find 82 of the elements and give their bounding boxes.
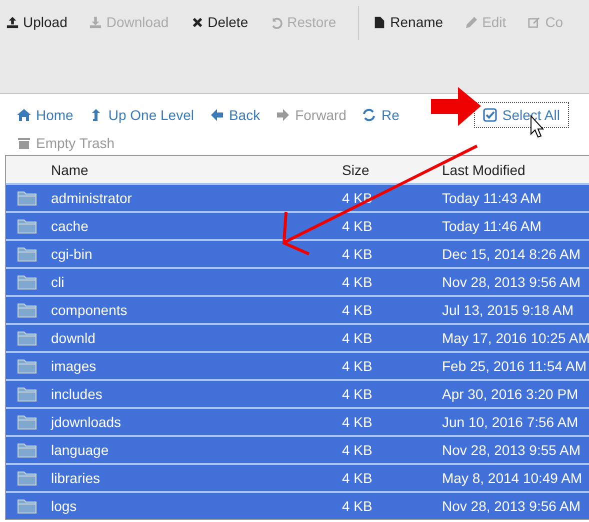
download-icon: [89, 16, 102, 28]
toolbar-button[interactable]: Rename: [373, 12, 450, 32]
table-cell: components: [51, 302, 128, 318]
folder-icon: [16, 330, 36, 346]
checkbox-icon: [483, 108, 498, 122]
file-row[interactable]: downld 4 KB May 17, 2016 10:25 AM: [6, 323, 589, 351]
table-cell: 4 KB: [342, 498, 372, 514]
file-icon: [373, 16, 386, 28]
folder-icon: [16, 358, 36, 374]
column-header[interactable]: Last Modified: [442, 162, 526, 178]
file-row[interactable]: components 4 KB Jul 13, 2015 9:18 AM: [6, 295, 589, 323]
undo-icon: [270, 16, 284, 28]
folder-icon: [16, 498, 36, 514]
nav-button[interactable]: Back: [206, 102, 266, 128]
file-row[interactable]: images 4 KB Feb 25, 2016 11:54 AM: [6, 351, 589, 379]
table-cell: Jul 13, 2015 9:18 AM: [442, 302, 574, 318]
table-cell: 4 KB: [342, 442, 372, 458]
table-cell: 4 KB: [342, 274, 372, 290]
folder-icon: [16, 302, 36, 318]
table-cell: downld: [51, 330, 96, 346]
file-row[interactable]: libraries 4 KB May 8, 2014 10:49 AM: [6, 463, 589, 491]
table-cell: Apr 30, 2016 3:20 PM: [442, 386, 578, 402]
table-cell: 4 KB: [342, 414, 372, 430]
folder-icon: [16, 442, 36, 458]
right-arrow-icon: [276, 108, 290, 122]
upload-icon: [6, 16, 19, 28]
folder-icon: [16, 246, 36, 262]
column-header[interactable]: Size: [342, 162, 370, 178]
table-cell: 4 KB: [342, 302, 372, 318]
file-row[interactable]: includes 4 KB Apr 30, 2016 3:20 PM: [6, 379, 589, 407]
table-cell: 4 KB: [342, 218, 372, 234]
trash-icon: [17, 136, 31, 150]
table-cell: May 8, 2014 10:49 AM: [442, 470, 582, 486]
nav-button[interactable]: Re: [359, 102, 404, 128]
table-cell: Nov 28, 2013 9:56 AM: [442, 498, 581, 514]
table-cell: Today 11:43 AM: [442, 190, 542, 206]
table-cell: cgi-bin: [51, 246, 92, 262]
table-cell: cache: [51, 218, 88, 234]
pencil-icon: [465, 16, 478, 28]
close-icon: [190, 16, 204, 28]
table-cell: May 17, 2016 10:25 AM: [442, 330, 589, 346]
table-cell: 4 KB: [342, 246, 372, 262]
file-row[interactable]: cache 4 KB Today 11:46 AM: [6, 211, 589, 239]
folder-icon: [16, 386, 36, 402]
table-cell: Jun 10, 2016 7:56 AM: [442, 414, 578, 430]
folder-icon: [16, 274, 36, 290]
file-row[interactable]: cgi-bin 4 KB Dec 15, 2014 8:26 AM: [6, 239, 589, 267]
table-cell: language: [51, 442, 109, 458]
table-cell: 4 KB: [342, 470, 372, 486]
table-cell: 4 KB: [342, 358, 372, 374]
folder-icon: [16, 470, 36, 486]
table-cell: Nov 28, 2013 9:56 AM: [442, 274, 581, 290]
nav-button[interactable]: Up One Level: [86, 102, 199, 128]
file-row[interactable]: language 4 KB Nov 28, 2013 9:55 AM: [6, 435, 589, 463]
table-cell: Today 11:46 AM: [442, 218, 542, 234]
table-cell: 4 KB: [342, 386, 372, 402]
file-row[interactable]: cli 4 KB Nov 28, 2013 9:56 AM: [6, 267, 589, 295]
table-cell: Feb 25, 2016 11:54 AM: [442, 358, 587, 374]
column-header[interactable]: Name: [51, 162, 88, 178]
left-arrow-icon: [210, 108, 224, 122]
file-row[interactable]: jdownloads 4 KB Jun 10, 2016 7:56 AM: [6, 407, 589, 435]
nav-button[interactable]: Home: [14, 102, 78, 128]
folder-icon: [16, 218, 36, 234]
table-cell: administrator: [51, 190, 132, 206]
table-cell: Dec 15, 2014 8:26 AM: [442, 246, 581, 262]
toolbar-button[interactable]: Upload: [6, 12, 74, 32]
table-cell: libraries: [51, 470, 100, 486]
edit-icon: [528, 16, 542, 28]
home-icon: [17, 108, 31, 122]
table-cell: jdownloads: [51, 414, 122, 430]
table-cell: Nov 28, 2013 9:55 AM: [442, 442, 581, 458]
table-cell: images: [51, 358, 96, 374]
table-cell: cli: [51, 274, 64, 290]
folder-icon: [16, 190, 36, 206]
table-cell: logs: [51, 498, 77, 514]
table-cell: includes: [51, 386, 102, 402]
folder-icon: [16, 414, 36, 430]
annotation-block-arrow: [431, 87, 481, 126]
toolbar-button[interactable]: Delete: [190, 12, 254, 32]
file-row[interactable]: logs 4 KB Nov 28, 2013 9:56 AM: [6, 491, 589, 519]
refresh-icon: [362, 108, 376, 122]
table-cell: 4 KB: [342, 330, 372, 346]
